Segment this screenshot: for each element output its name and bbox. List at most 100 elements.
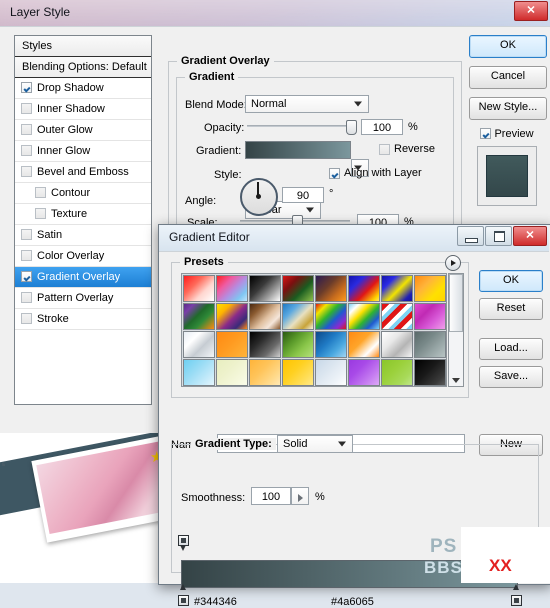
angle-dial[interactable] bbox=[240, 178, 278, 216]
style-row-contour[interactable]: Contour bbox=[15, 183, 151, 204]
preset-swatch-24[interactable] bbox=[183, 359, 215, 386]
chevron-down-icon bbox=[338, 441, 346, 447]
preset-swatch-7[interactable] bbox=[414, 275, 446, 302]
save-button[interactable]: Save... bbox=[479, 366, 543, 388]
preset-swatch-4[interactable] bbox=[315, 275, 347, 302]
preset-swatch-30[interactable] bbox=[381, 359, 413, 386]
preset-swatch-8[interactable] bbox=[183, 303, 215, 330]
preset-swatch-0[interactable] bbox=[183, 275, 215, 302]
style-row-stroke[interactable]: Stroke bbox=[15, 309, 151, 330]
style-row-pattern-overlay[interactable]: Pattern Overlay bbox=[15, 288, 151, 309]
preset-swatch-2[interactable] bbox=[249, 275, 281, 302]
checkbox-align-with-layer[interactable] bbox=[329, 168, 340, 179]
opacity-stop-left[interactable] bbox=[178, 535, 189, 552]
opacity-slider[interactable] bbox=[247, 120, 357, 135]
preset-swatch-22[interactable] bbox=[381, 331, 413, 358]
preset-swatch-17[interactable] bbox=[216, 331, 248, 358]
preset-swatch-28[interactable] bbox=[315, 359, 347, 386]
cancel-button[interactable]: Cancel bbox=[469, 66, 547, 89]
style-row-gradient-overlay[interactable]: Gradient Overlay bbox=[15, 267, 151, 288]
checkbox-satin[interactable] bbox=[21, 229, 32, 240]
color-stop-right[interactable] bbox=[511, 584, 522, 607]
checkbox-bevel-and-emboss[interactable] bbox=[21, 166, 32, 177]
preset-swatch-10[interactable] bbox=[249, 303, 281, 330]
preview-row[interactable]: Preview bbox=[469, 128, 545, 140]
chevron-down-icon[interactable] bbox=[452, 378, 460, 383]
presets-scrollbar[interactable] bbox=[448, 273, 464, 387]
gradient-type-select[interactable]: Solid bbox=[277, 435, 353, 453]
checkbox-pattern-overlay[interactable] bbox=[21, 292, 32, 303]
smoothness-stepper[interactable] bbox=[291, 487, 309, 505]
preset-swatch-3[interactable] bbox=[282, 275, 314, 302]
ok-button[interactable]: OK bbox=[469, 35, 547, 58]
checkbox-preview[interactable] bbox=[480, 128, 492, 139]
style-row-texture[interactable]: Texture bbox=[15, 204, 151, 225]
close-icon[interactable]: ✕ bbox=[513, 226, 547, 246]
minimize-icon[interactable] bbox=[457, 226, 484, 246]
right-stop-hex-label: #4a6065 bbox=[331, 596, 374, 608]
close-icon[interactable]: ✕ bbox=[514, 1, 548, 21]
preset-swatch-1[interactable] bbox=[216, 275, 248, 302]
checkbox-texture[interactable] bbox=[35, 208, 46, 219]
opacity-thumb[interactable] bbox=[346, 120, 357, 135]
style-row-inner-shadow[interactable]: Inner Shadow bbox=[15, 99, 151, 120]
reset-button[interactable]: Reset bbox=[479, 298, 543, 320]
preset-swatch-26[interactable] bbox=[249, 359, 281, 386]
gradient-editor-titlebar[interactable]: Gradient Editor ✕ bbox=[159, 225, 549, 251]
gradient-preview-swatch[interactable] bbox=[245, 141, 351, 159]
smoothness-input[interactable]: 100 bbox=[251, 487, 291, 505]
checkbox-outer-glow[interactable] bbox=[21, 124, 32, 135]
preset-swatch-11[interactable] bbox=[282, 303, 314, 330]
style-row-outer-glow[interactable]: Outer Glow bbox=[15, 120, 151, 141]
reverse-label: Reverse bbox=[394, 143, 435, 155]
preset-swatch-25[interactable] bbox=[216, 359, 248, 386]
checkbox-color-overlay[interactable] bbox=[21, 250, 32, 261]
blending-options-row[interactable]: Blending Options: Default bbox=[15, 57, 151, 78]
preset-swatch-23[interactable] bbox=[414, 331, 446, 358]
preset-swatch-27[interactable] bbox=[282, 359, 314, 386]
style-row-bevel-and-emboss[interactable]: Bevel and Emboss bbox=[15, 162, 151, 183]
preview-box bbox=[477, 146, 537, 206]
maximize-icon[interactable] bbox=[485, 226, 512, 246]
layer-style-window-buttons: ✕ bbox=[514, 1, 548, 21]
layer-style-titlebar[interactable]: Layer Style ✕ bbox=[0, 0, 550, 28]
ok-button[interactable]: OK bbox=[479, 270, 543, 292]
style-row-color-overlay[interactable]: Color Overlay bbox=[15, 246, 151, 267]
preset-swatch-15[interactable] bbox=[414, 303, 446, 330]
angle-input[interactable]: 90 bbox=[282, 187, 324, 203]
preset-menu-arrow-icon[interactable] bbox=[445, 255, 461, 271]
preset-swatch-9[interactable] bbox=[216, 303, 248, 330]
preview-swatch bbox=[486, 155, 528, 197]
preset-swatch-12[interactable] bbox=[315, 303, 347, 330]
checkbox-stroke[interactable] bbox=[21, 313, 32, 324]
style-row-drop-shadow[interactable]: Drop Shadow bbox=[15, 78, 151, 99]
new-style-button[interactable]: New Style... bbox=[469, 97, 547, 120]
preset-swatch-14[interactable] bbox=[381, 303, 413, 330]
opacity-input[interactable]: 100 bbox=[361, 119, 403, 135]
checkbox-contour[interactable] bbox=[35, 187, 46, 198]
presets-swatch-grid bbox=[182, 274, 446, 386]
preset-swatch-20[interactable] bbox=[315, 331, 347, 358]
preset-swatch-31[interactable] bbox=[414, 359, 446, 386]
presets-swatch-list[interactable] bbox=[181, 273, 447, 387]
preset-swatch-6[interactable] bbox=[381, 275, 413, 302]
preset-swatch-29[interactable] bbox=[348, 359, 380, 386]
gradient-overlay-caption: Gradient Overlay bbox=[177, 55, 274, 67]
preset-swatch-21[interactable] bbox=[348, 331, 380, 358]
blend-mode-select[interactable]: Normal bbox=[245, 95, 369, 113]
checkbox-drop-shadow[interactable] bbox=[21, 82, 32, 93]
checkbox-inner-shadow[interactable] bbox=[21, 103, 32, 114]
style-row-inner-glow[interactable]: Inner Glow bbox=[15, 141, 151, 162]
preset-swatch-5[interactable] bbox=[348, 275, 380, 302]
checkbox-gradient-overlay[interactable] bbox=[21, 271, 32, 282]
preset-swatch-18[interactable] bbox=[249, 331, 281, 358]
checkbox-reverse[interactable] bbox=[379, 144, 390, 155]
preset-swatch-13[interactable] bbox=[348, 303, 380, 330]
color-stop-left[interactable] bbox=[178, 584, 189, 607]
presets-scrollbar-thumb[interactable] bbox=[449, 274, 463, 332]
load-button[interactable]: Load... bbox=[479, 338, 543, 360]
preset-swatch-16[interactable] bbox=[183, 331, 215, 358]
style-row-satin[interactable]: Satin bbox=[15, 225, 151, 246]
preset-swatch-19[interactable] bbox=[282, 331, 314, 358]
checkbox-inner-glow[interactable] bbox=[21, 145, 32, 156]
